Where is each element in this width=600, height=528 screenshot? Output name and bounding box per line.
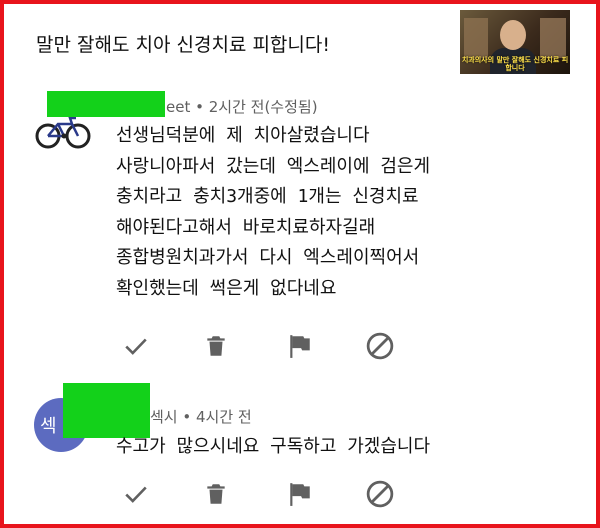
trash-icon[interactable] <box>200 330 232 362</box>
timestamp: • 2시간 전(수정됨) <box>190 98 318 116</box>
trash-icon[interactable] <box>200 478 232 510</box>
check-icon[interactable] <box>120 478 152 510</box>
timestamp: • 4시간 전 <box>177 408 252 426</box>
author-name[interactable]: 섹시 <box>150 408 178 426</box>
thumbnail-panel-right <box>540 18 566 58</box>
flag-icon[interactable] <box>284 330 316 362</box>
flag-icon[interactable] <box>284 478 316 510</box>
video-thumbnail[interactable]: 치과의사의 말만 잘해도 신경치료 피합니다 <box>460 10 570 74</box>
check-icon[interactable] <box>120 330 152 362</box>
comment-text: 수고가 많으시네요 구독하고 가겠습니다 <box>116 436 431 457</box>
author-redaction <box>47 91 165 117</box>
comment-meta: 섹시 • 4시간 전 <box>150 406 252 427</box>
video-title: 말만 잘해도 치아 신경치료 피합니다! <box>36 34 330 56</box>
thumbnail-person-face <box>500 20 526 50</box>
bicycle-avatar-icon[interactable] <box>34 112 92 152</box>
block-icon[interactable] <box>364 330 396 362</box>
author-name[interactable]: eet <box>166 98 190 116</box>
comment-text: 선생님덕분에 제 치아살렸습니다 사랑니아파서 갔는데 엑스레이에 검은게 충치… <box>116 125 431 299</box>
author-redaction <box>63 383 150 438</box>
thumbnail-caption: 치과의사의 말만 잘해도 신경치료 피합니다 <box>461 56 569 72</box>
comment-meta: eet • 2시간 전(수정됨) <box>166 96 318 117</box>
block-icon[interactable] <box>364 478 396 510</box>
thumbnail-panel-left <box>464 18 488 58</box>
